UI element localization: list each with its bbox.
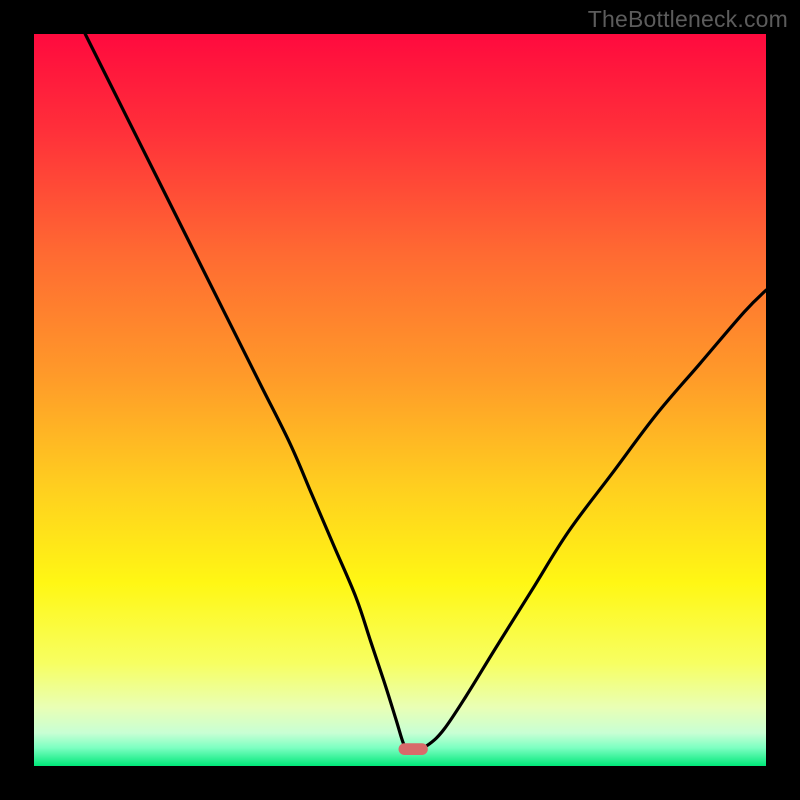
chart-svg <box>34 34 766 766</box>
chart-min-marker <box>399 743 428 755</box>
chart-plot-area <box>34 34 766 766</box>
watermark-label: TheBottleneck.com <box>588 6 788 33</box>
chart-frame: TheBottleneck.com <box>0 0 800 800</box>
chart-background <box>34 34 766 766</box>
